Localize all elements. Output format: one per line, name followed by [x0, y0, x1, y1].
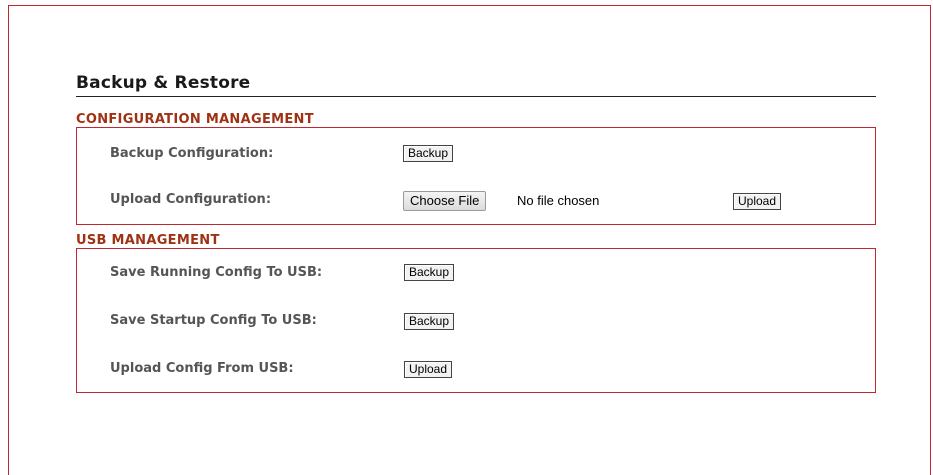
usb-section-title: USB MANAGEMENT — [76, 233, 220, 248]
file-status-text: No file chosen — [517, 193, 600, 208]
save-running-config-label: Save Running Config To USB: — [110, 265, 323, 280]
title-divider — [76, 96, 876, 97]
save-startup-config-label: Save Startup Config To USB: — [110, 313, 317, 328]
backup-config-label: Backup Configuration: — [110, 146, 274, 161]
upload-config-usb-button[interactable]: Upload — [404, 361, 453, 378]
usb-section-box: Save Running Config To USB: Backup Save … — [76, 248, 876, 393]
config-section-title: CONFIGURATION MANAGEMENT — [76, 112, 314, 127]
save-startup-config-button[interactable]: Backup — [404, 313, 455, 330]
config-section-box: Backup Configuration: Backup Upload Conf… — [76, 127, 876, 225]
upload-config-usb-label: Upload Config From USB: — [110, 361, 294, 376]
upload-config-label: Upload Configuration: — [110, 192, 272, 207]
save-running-config-button[interactable]: Backup — [404, 264, 455, 281]
page-title: Backup & Restore — [76, 73, 251, 93]
backup-config-button[interactable]: Backup — [403, 145, 454, 162]
upload-config-button[interactable]: Upload — [733, 193, 782, 210]
choose-file-button[interactable]: Choose File — [403, 191, 487, 211]
